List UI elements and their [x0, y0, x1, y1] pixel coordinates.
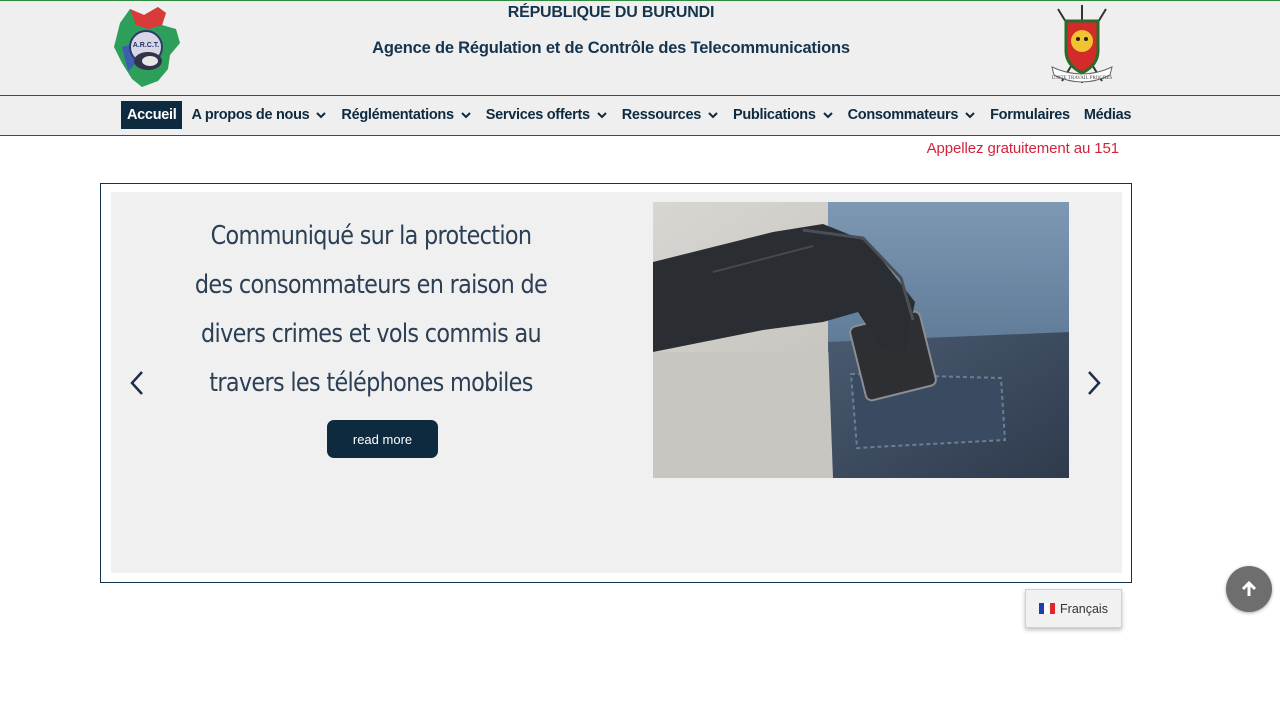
slide-image[interactable] — [653, 202, 1069, 478]
slide: Communiqué sur la protection des consomm… — [111, 192, 1122, 573]
motto-text: UNITE TRAVAIL PROGRES — [1052, 76, 1113, 81]
site-header: A.R.C.T. RÉPUBLIQUE DU BURUNDI Agence de… — [0, 0, 1280, 95]
language-switcher[interactable]: Français — [1025, 589, 1122, 628]
free-call-notice: Appellez gratuitement au 151 — [926, 140, 1119, 157]
nav-item-publications[interactable]: Publications — [726, 101, 841, 129]
nav-item-a-propos[interactable]: A propos de nous — [184, 101, 334, 129]
nav-item-formulaires[interactable]: Formulaires — [983, 101, 1077, 129]
nav-item-label: Services offerts — [485, 107, 590, 123]
chevron-down-icon — [316, 112, 327, 119]
chevron-left-icon[interactable] — [126, 368, 150, 398]
nav-item-reglementations[interactable]: Réglémentations — [334, 101, 478, 129]
chevron-down-icon — [708, 112, 718, 119]
nav-item-label: Accueil — [127, 107, 177, 123]
nav-item-label: Formulaires — [990, 107, 1070, 123]
read-more-button[interactable]: read more — [327, 420, 438, 458]
nav-item-ressources[interactable]: Ressources — [615, 101, 726, 129]
nav-list: Accueil A propos de nous Réglémentations… — [121, 101, 1138, 129]
nav-item-accueil[interactable]: Accueil — [121, 101, 183, 129]
country-title: RÉPUBLIQUE DU BURUNDI — [507, 4, 715, 21]
chevron-down-icon — [965, 112, 975, 119]
nav-item-label: Consommateurs — [847, 107, 959, 123]
language-label: Français — [1060, 601, 1108, 616]
nav-item-label: Médias — [1083, 107, 1132, 123]
nav-item-label: Publications — [732, 107, 816, 123]
nav-item-consommateurs[interactable]: Consommateurs — [841, 101, 984, 129]
chevron-down-icon — [597, 112, 607, 119]
nav-item-label: Ressources — [621, 107, 702, 123]
burundi-coat-of-arms: UNITE TRAVAIL PROGRES — [1051, 5, 1113, 83]
france-flag-icon — [1039, 603, 1056, 614]
chevron-right-icon[interactable] — [1081, 368, 1105, 398]
nav-item-services-offerts[interactable]: Services offerts — [479, 101, 615, 129]
scroll-to-top-button[interactable] — [1226, 566, 1272, 612]
slide-title: Communiqué sur la protection des consomm… — [194, 221, 548, 398]
nav-item-label: Réglémentations — [341, 107, 454, 123]
arrow-up-icon — [1241, 580, 1257, 596]
news-slider: Communiqué sur la protection des consomm… — [100, 183, 1132, 583]
chevron-down-icon — [461, 112, 471, 119]
agency-title: Agence de Régulation et de Contrôle des … — [372, 39, 850, 57]
main-navigation: Accueil A propos de nous Réglémentations… — [0, 95, 1280, 136]
chevron-down-icon — [822, 112, 833, 119]
nav-item-medias[interactable]: Médias — [1077, 101, 1138, 129]
nav-item-label: A propos de nous — [191, 107, 310, 123]
